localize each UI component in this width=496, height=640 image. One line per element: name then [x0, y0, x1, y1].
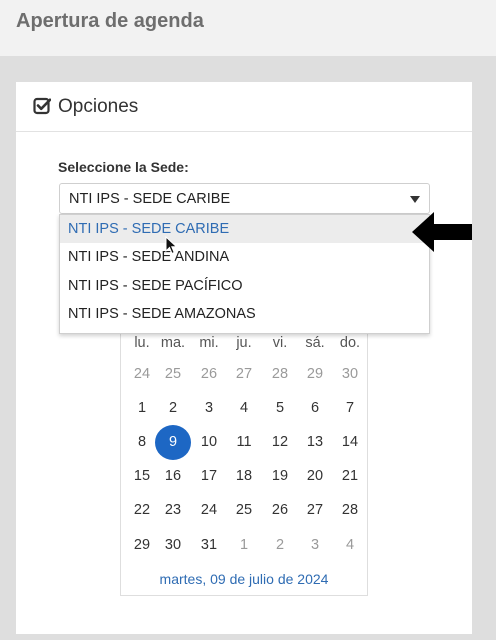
sede-option-caribe[interactable]: NTI IPS - SEDE CARIBE [60, 215, 429, 243]
calendar-day[interactable]: 24 [191, 502, 227, 522]
calendar-day[interactable]: 13 [297, 434, 333, 454]
caret-down-icon [410, 196, 420, 203]
calendar-day[interactable]: 14 [332, 434, 368, 454]
calendar-day[interactable]: 10 [191, 434, 227, 454]
calendar-day[interactable]: 30 [332, 366, 368, 386]
sede-option-amazonas[interactable]: NTI IPS - SEDE AMAZONAS [60, 300, 429, 328]
page-title: Apertura de agenda [16, 10, 204, 32]
weekday-header: ju. [236, 335, 252, 351]
arrow-left-icon [412, 212, 472, 252]
selected-date-text[interactable]: martes, 09 de julio de 2024 [120, 571, 368, 587]
calendar-day[interactable]: 17 [191, 468, 227, 488]
panel-header: Opciones [16, 82, 472, 132]
calendar-day[interactable]: 16 [155, 468, 191, 488]
weekday-header: do. [339, 335, 361, 351]
top-bar: Apertura de agenda [0, 0, 496, 56]
calendar-day[interactable]: 4 [332, 537, 368, 557]
sede-option-andina[interactable]: NTI IPS - SEDE ANDINA [60, 243, 429, 271]
calendar-day[interactable]: 3 [191, 400, 227, 420]
mouse-cursor-icon [165, 236, 178, 255]
calendar-day[interactable]: 7 [332, 400, 368, 420]
weekday-header: ma. [160, 335, 186, 351]
calendar-day[interactable]: 30 [155, 537, 191, 557]
calendar-day[interactable]: 28 [262, 366, 298, 386]
calendar-day[interactable]: 21 [332, 468, 368, 488]
sede-dropdown: NTI IPS - SEDE CARIBE NTI IPS - SEDE AND… [59, 214, 430, 334]
calendar-day[interactable]: 3 [297, 537, 333, 557]
calendar-day[interactable]: 26 [262, 502, 298, 522]
calendar-day[interactable]: 27 [226, 366, 262, 386]
check-square-icon [33, 97, 51, 115]
calendar-day[interactable]: 1 [226, 537, 262, 557]
calendar-day[interactable]: 19 [262, 468, 298, 488]
calendar-day[interactable]: 27 [297, 502, 333, 522]
weekday-header: vi. [272, 335, 288, 351]
calendar-day[interactable]: 25 [226, 502, 262, 522]
calendar-day[interactable]: 2 [155, 400, 191, 420]
calendar-day[interactable]: 20 [297, 468, 333, 488]
calendar-day[interactable]: 11 [226, 434, 262, 454]
calendar-day[interactable]: 5 [262, 400, 298, 420]
weekday-header: sá. [305, 335, 325, 351]
calendar-day[interactable]: 18 [226, 468, 262, 488]
calendar-day[interactable]: 31 [191, 537, 227, 557]
sede-select-value: NTI IPS - SEDE CARIBE [69, 191, 231, 207]
sede-option-pacifico[interactable]: NTI IPS - SEDE PACÍFICO [60, 272, 429, 300]
calendar-day[interactable]: 4 [226, 400, 262, 420]
sede-label: Seleccione la Sede: [58, 159, 189, 175]
weekday-header: mi. [199, 335, 219, 351]
calendar-day[interactable]: 29 [297, 366, 333, 386]
calendar-day[interactable]: 9 [155, 434, 191, 454]
calendar-day[interactable]: 26 [191, 366, 227, 386]
panel-title: Opciones [58, 96, 139, 117]
calendar-day[interactable]: 12 [262, 434, 298, 454]
calendar-day[interactable]: 25 [155, 366, 191, 386]
calendar-day[interactable]: 23 [155, 502, 191, 522]
calendar-day[interactable]: 2 [262, 537, 298, 557]
calendar-day[interactable]: 6 [297, 400, 333, 420]
calendar-day[interactable]: 28 [332, 502, 368, 522]
sede-select[interactable]: NTI IPS - SEDE CARIBE [59, 183, 430, 214]
